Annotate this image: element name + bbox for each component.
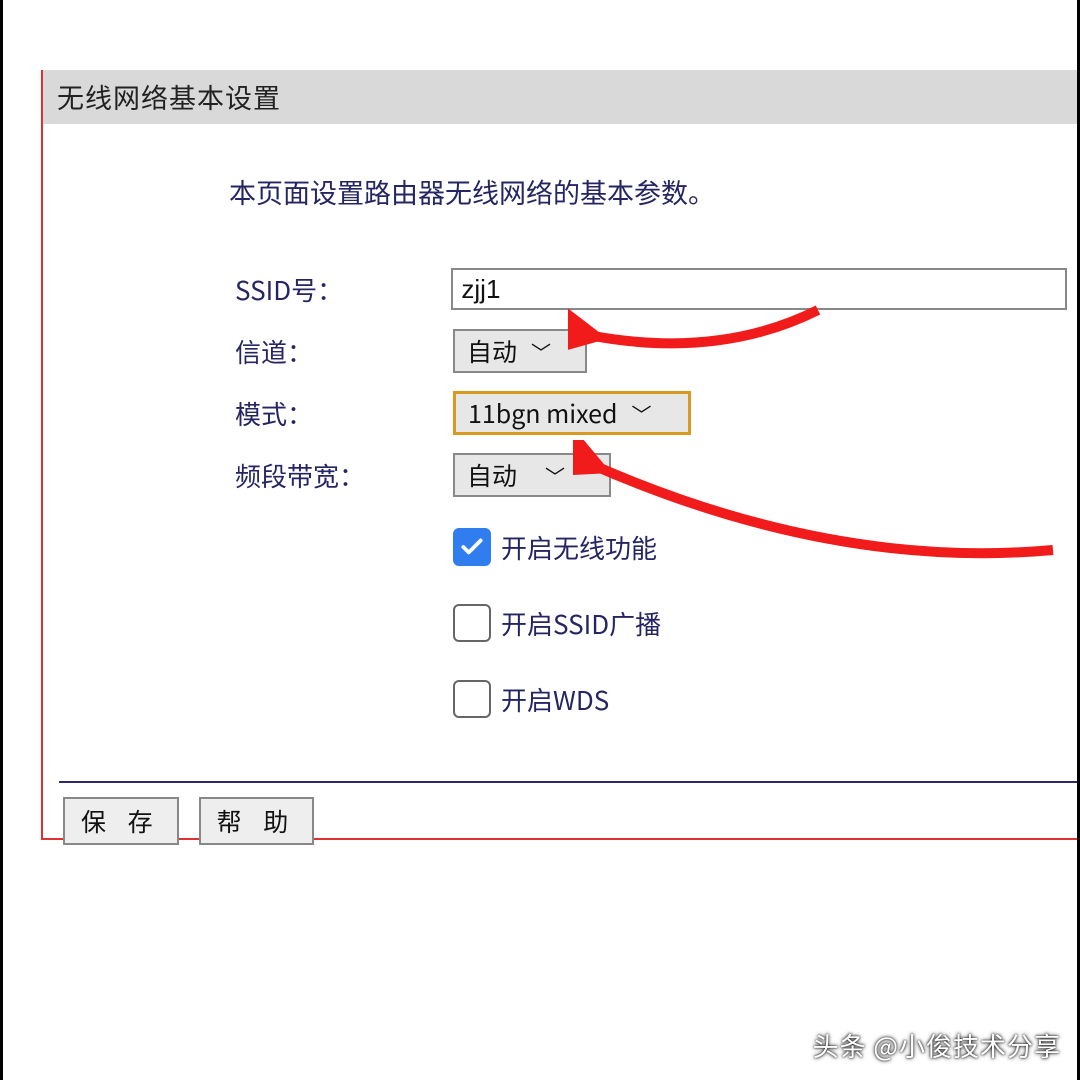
- mode-label: 模式：: [235, 395, 453, 432]
- chevron-down-icon: ﹀: [545, 461, 565, 490]
- ssid-label: SSID号：: [235, 271, 451, 308]
- bandwidth-select[interactable]: 自动 ﹀: [453, 453, 611, 497]
- help-button[interactable]: 帮 助: [199, 797, 315, 845]
- wireless-form: SSID号： 信道： 自动 ﹀ 模式： 11bgn mixed ﹀ 频段带宽：: [235, 258, 1067, 726]
- ssid-input[interactable]: [451, 268, 1067, 310]
- enable-ssid-checkbox[interactable]: [453, 604, 491, 642]
- chevron-down-icon: ﹀: [531, 337, 551, 366]
- watermark: 头条 @小俊技术分享: [813, 1027, 1061, 1064]
- enable-wifi-checkbox[interactable]: [453, 528, 491, 566]
- panel-description: 本页面设置路由器无线网络的基本参数。: [229, 172, 715, 211]
- channel-select[interactable]: 自动 ﹀: [453, 329, 587, 373]
- bandwidth-label: 频段带宽：: [235, 457, 453, 494]
- settings-panel: 无线网络基本设置 本页面设置路由器无线网络的基本参数。 SSID号： 信道： 自…: [41, 70, 1077, 840]
- enable-ssid-label: 开启SSID广播: [501, 605, 661, 642]
- enable-wds-checkbox[interactable]: [453, 680, 491, 718]
- channel-value: 自动: [467, 333, 517, 369]
- save-button[interactable]: 保 存: [63, 797, 179, 845]
- panel-title: 无线网络基本设置: [43, 70, 1077, 124]
- mode-select[interactable]: 11bgn mixed ﹀: [453, 391, 691, 435]
- enable-wifi-label: 开启无线功能: [501, 529, 657, 566]
- channel-label: 信道：: [235, 333, 453, 370]
- enable-wds-label: 开启WDS: [501, 681, 609, 718]
- chevron-down-icon: ﹀: [632, 399, 652, 428]
- bandwidth-value: 自动: [467, 457, 517, 493]
- separator: [59, 781, 1077, 783]
- mode-value: 11bgn mixed: [468, 395, 618, 431]
